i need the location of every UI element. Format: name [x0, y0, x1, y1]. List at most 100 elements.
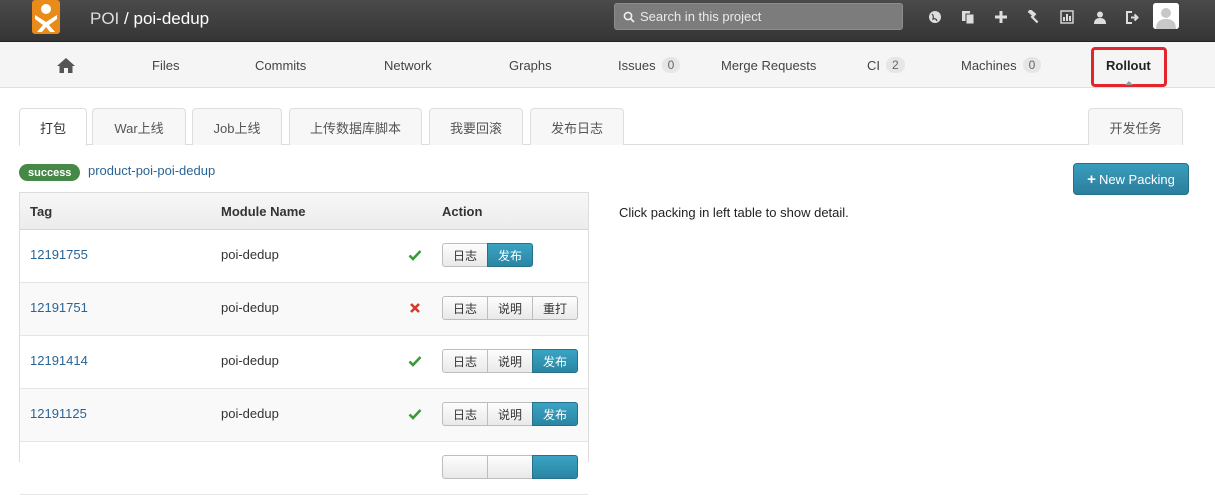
tab-upload-db-script-label: 上传数据库脚本 — [309, 120, 401, 136]
nav-machines[interactable]: Machines 0 — [961, 42, 1042, 88]
globe-icon[interactable] — [918, 0, 951, 34]
rebuild-button[interactable]: 重打 — [532, 296, 579, 320]
release-button[interactable]: 发布 — [487, 243, 534, 267]
action-buttons — [442, 455, 578, 479]
release-button[interactable] — [532, 455, 578, 479]
packing-table: Tag Module Name Action 12191755 poi-dedu… — [19, 192, 589, 495]
table-row[interactable]: 12191125 poi-dedup 日志 说明 发布 — [20, 389, 588, 442]
tab-war-release[interactable]: War上线 — [92, 108, 186, 145]
description-button[interactable]: 说明 — [487, 402, 534, 426]
chart-icon[interactable] — [1050, 0, 1083, 34]
log-button[interactable]: 日志 — [442, 243, 489, 267]
check-icon — [408, 356, 422, 367]
nav-ci[interactable]: CI 2 — [867, 42, 905, 88]
nav-merge-requests-label: Merge Requests — [721, 57, 817, 73]
module-name: poi-dedup — [221, 247, 279, 262]
plus-icon[interactable] — [984, 0, 1017, 34]
description-button[interactable]: 说明 — [487, 296, 534, 320]
nav-network[interactable]: Network — [384, 42, 432, 88]
tag-link[interactable]: 12191414 — [30, 353, 88, 368]
tab-upload-db-script[interactable]: 上传数据库脚本 — [289, 108, 422, 145]
project-namespace[interactable]: POI — [90, 9, 119, 28]
release-button[interactable]: 发布 — [532, 349, 579, 373]
nav-home[interactable] — [57, 42, 75, 88]
table-row[interactable]: 12191414 poi-dedup 日志 说明 发布 — [20, 336, 588, 389]
nav-issues[interactable]: Issues 0 — [618, 42, 681, 88]
search-icon — [623, 11, 635, 23]
nav-commits-label: Commits — [255, 57, 307, 73]
tab-job-release-label: Job上线 — [213, 120, 261, 136]
action-buttons: 日志 说明 发布 — [442, 349, 579, 373]
action-buttons: 日志 发布 — [442, 243, 534, 267]
cross-icon — [410, 303, 420, 313]
hammer-icon[interactable] — [1017, 0, 1050, 34]
log-button[interactable]: 日志 — [442, 402, 489, 426]
nav-files-label: Files — [152, 57, 180, 73]
log-button[interactable]: 日志 — [442, 296, 489, 320]
nav-commits[interactable]: Commits — [255, 42, 306, 88]
active-nav-caret — [1125, 81, 1133, 85]
tab-job-release[interactable]: Job上线 — [192, 108, 282, 145]
tab-package[interactable]: 打包 — [19, 108, 87, 146]
nav-merge-requests[interactable]: Merge Requests — [721, 42, 816, 88]
tab-rollback-label: 我要回滚 — [449, 120, 502, 136]
nav-network-label: Network — [384, 57, 432, 73]
home-icon — [57, 57, 75, 73]
detail-hint: Click packing in left table to show deta… — [619, 205, 849, 220]
nav-files[interactable]: Files — [152, 42, 179, 88]
search-input[interactable] — [640, 9, 890, 24]
table-row[interactable]: 12191751 poi-dedup 日志 说明 重打 — [20, 283, 588, 336]
title-separator: / — [124, 9, 129, 28]
module-name: poi-dedup — [221, 300, 279, 315]
column-header-module: Module Name — [221, 204, 306, 219]
tab-release-log[interactable]: 发布日志 — [530, 108, 624, 145]
column-header-tag: Tag — [30, 204, 53, 219]
new-packing-button[interactable]: + New Packing — [1073, 163, 1189, 195]
header-icon-bar — [918, 0, 1149, 34]
description-button[interactable] — [487, 455, 533, 479]
tab-package-label: 打包 — [39, 121, 66, 136]
release-button[interactable]: 发布 — [532, 402, 579, 426]
nav-graphs-label: Graphs — [509, 57, 552, 73]
module-name: poi-dedup — [221, 406, 279, 421]
action-buttons: 日志 说明 发布 — [442, 402, 579, 426]
tab-rollback[interactable]: 我要回滚 — [429, 108, 523, 145]
rollout-tabs: 打包 War上线 Job上线 上传数据库脚本 我要回滚 发布日志 开发任务 — [19, 108, 1183, 146]
project-nav: Files Commits Network Graphs Issues 0 Mer… — [0, 42, 1215, 88]
logo-icon[interactable] — [22, 0, 70, 38]
search-box[interactable] — [614, 3, 903, 30]
table-row[interactable]: 12191755 poi-dedup 日志 发布 — [20, 230, 588, 283]
nav-machines-count: 0 — [1022, 57, 1042, 73]
action-buttons: 日志 说明 重打 — [442, 296, 579, 320]
nav-graphs[interactable]: Graphs — [509, 42, 552, 88]
column-header-action: Action — [442, 204, 483, 219]
user-icon[interactable] — [1083, 0, 1116, 34]
tag-link[interactable]: 12191751 — [30, 300, 88, 315]
log-button[interactable] — [442, 455, 488, 479]
tab-dev-tasks-label: 开发任务 — [1109, 120, 1162, 136]
nav-issues-label: Issues — [618, 57, 656, 73]
table-header: Tag Module Name Action — [20, 193, 588, 230]
tab-dev-tasks[interactable]: 开发任务 — [1088, 108, 1183, 145]
project-name[interactable]: poi-dedup — [134, 9, 210, 28]
nav-ci-label: CI — [867, 57, 880, 73]
plus-icon: + — [1087, 170, 1096, 188]
top-header: POI / poi-dedup — [0, 0, 1215, 42]
check-icon — [408, 250, 422, 261]
check-icon — [408, 409, 422, 420]
tab-war-release-label: War上线 — [114, 120, 164, 136]
description-button[interactable]: 说明 — [487, 349, 534, 373]
avatar[interactable] — [1153, 3, 1179, 29]
package-link[interactable]: product-poi-poi-dedup — [88, 163, 215, 178]
status-badge: success — [19, 164, 81, 181]
nav-issues-count: 0 — [661, 57, 681, 73]
log-button[interactable]: 日志 — [442, 349, 489, 373]
table-row[interactable] — [20, 442, 588, 495]
tag-link[interactable]: 12191755 — [30, 247, 88, 262]
nav-machines-label: Machines — [961, 57, 1017, 73]
signout-icon[interactable] — [1116, 0, 1149, 34]
nav-ci-count: 2 — [886, 57, 905, 73]
project-title[interactable]: POI / poi-dedup — [90, 9, 209, 29]
copy-icon[interactable] — [951, 0, 984, 34]
tag-link[interactable]: 12191125 — [30, 406, 87, 421]
